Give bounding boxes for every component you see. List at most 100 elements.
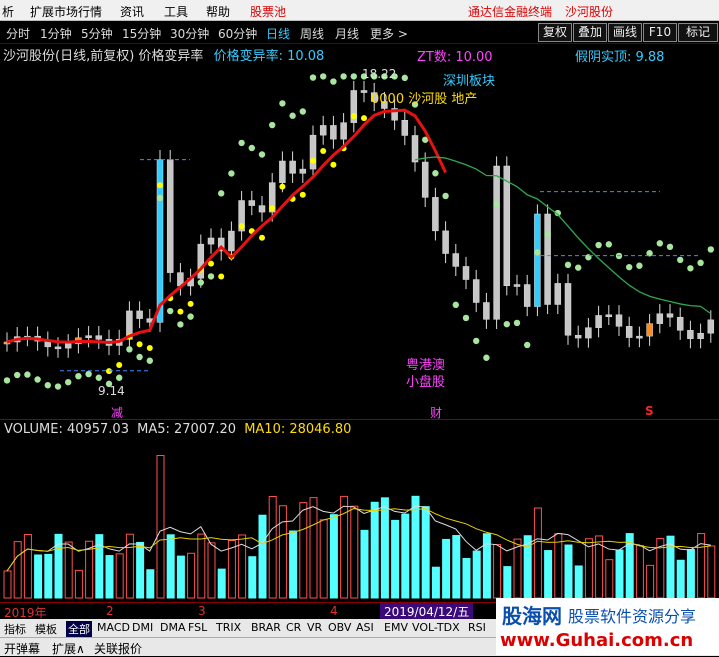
tab-dmi[interactable]: DMI xyxy=(132,621,153,634)
sar-dot xyxy=(340,73,347,80)
candlestick-chart[interactable] xyxy=(0,60,719,420)
signal-dot xyxy=(177,308,184,315)
watermark-url: www.Guhai.com.cn xyxy=(500,630,694,651)
menu-ext-market[interactable]: 扩展市场行情 xyxy=(30,3,102,20)
candle-body xyxy=(483,302,490,320)
candle-body xyxy=(401,119,409,136)
tab-全部[interactable]: 全部 xyxy=(66,621,92,637)
menu-analysis[interactable]: 析 xyxy=(2,3,14,20)
volume-bar xyxy=(686,549,695,599)
volume-bar xyxy=(299,502,308,599)
volume-bar xyxy=(105,555,114,599)
candle-body xyxy=(166,159,174,273)
tab-asi[interactable]: ASI xyxy=(356,621,374,634)
danmaku-button[interactable]: 开弹幕 xyxy=(4,640,40,657)
volume-bar xyxy=(329,514,338,599)
period-more[interactable]: 更多 > xyxy=(370,25,408,42)
tab-vol-tdx[interactable]: VOL-TDX xyxy=(412,621,460,634)
sar-dot xyxy=(666,243,674,251)
volume-bar xyxy=(472,550,481,599)
marker-s: S xyxy=(645,404,654,418)
sar-dot xyxy=(187,313,194,320)
link-tdx-terminal[interactable]: 通达信金融终端 xyxy=(468,3,552,20)
candle-body xyxy=(360,90,368,93)
tab-trix[interactable]: TRIX xyxy=(216,621,241,634)
sar-dot xyxy=(269,121,276,129)
volume-bar xyxy=(544,550,553,599)
sar-dot xyxy=(248,144,255,152)
date-label-feb: 2 xyxy=(106,604,114,618)
menu-info[interactable]: 资讯 xyxy=(120,3,144,20)
tab-vr[interactable]: VR xyxy=(307,621,322,634)
sar-dot xyxy=(65,378,72,386)
volume-bar xyxy=(615,549,624,599)
sar-dot xyxy=(524,341,531,349)
candle-body xyxy=(299,168,307,174)
f10-button[interactable]: F10 xyxy=(643,23,677,42)
period-15min[interactable]: 15分钟 xyxy=(122,25,161,42)
period-timeshare[interactable]: 分时 xyxy=(6,25,30,42)
tab-dma[interactable]: DMA xyxy=(160,621,186,634)
period-toolbar: 分时 1分钟 5分钟 15分钟 30分钟 60分钟 日线 周线 月线 更多 > … xyxy=(0,21,719,44)
zone-label-gba: 粤港澳 小盘股 xyxy=(406,358,446,390)
menu-tools[interactable]: 工具 xyxy=(164,3,188,20)
signal-dot xyxy=(310,157,316,164)
signal-dot xyxy=(238,223,245,230)
candle-body xyxy=(554,283,562,305)
sar-dot xyxy=(146,357,153,364)
tab-emv[interactable]: EMV xyxy=(384,621,408,634)
candle-body xyxy=(64,343,72,349)
tab-指标[interactable]: 指标 xyxy=(4,621,26,637)
tab-macd[interactable]: MACD xyxy=(97,621,130,634)
volume-bar xyxy=(493,544,502,599)
sar-dot xyxy=(279,100,286,107)
sar-dot xyxy=(595,241,602,249)
expand-button[interactable]: 扩展∧ xyxy=(52,640,85,657)
tab-fsl[interactable]: FSL xyxy=(188,621,207,634)
draw-line-button[interactable]: 画线 xyxy=(608,23,642,42)
period-60min[interactable]: 60分钟 xyxy=(218,25,257,42)
restore-rights-button[interactable]: 复权 xyxy=(538,23,572,42)
tab-brar[interactable]: BRAR xyxy=(251,621,281,634)
period-weekly[interactable]: 周线 xyxy=(300,25,324,42)
menu-help[interactable]: 帮助 xyxy=(206,3,230,20)
tab-cr[interactable]: CR xyxy=(286,621,301,634)
volume-bar xyxy=(13,541,22,599)
menu-bar: 析 扩展市场行情 资讯 工具 帮助 股票池 通达信金融终端 沙河股份 xyxy=(0,0,719,21)
signal-dot xyxy=(116,361,123,368)
volume-bar xyxy=(176,555,185,599)
volume-bar xyxy=(564,544,573,599)
sar-dot xyxy=(534,249,541,256)
tab-rsi[interactable]: RSI xyxy=(468,621,486,634)
signal-dot xyxy=(279,183,286,190)
candle-body xyxy=(319,125,327,136)
sar-dot xyxy=(493,201,500,208)
candle-body xyxy=(197,243,205,279)
volume-bar xyxy=(584,538,593,599)
related-quotes-button[interactable]: 关联报价 xyxy=(94,640,142,657)
period-monthly[interactable]: 月线 xyxy=(335,25,359,42)
mark-button[interactable]: 标记 xyxy=(678,23,718,42)
signal-dot xyxy=(218,273,225,280)
period-daily[interactable]: 日线 xyxy=(266,25,290,42)
volume-bar xyxy=(391,519,400,599)
candle-body xyxy=(289,160,296,174)
candle-body xyxy=(228,230,235,252)
sar-dot xyxy=(258,151,266,158)
tab-obv[interactable]: OBV xyxy=(328,621,351,634)
overlay-button[interactable]: 叠加 xyxy=(573,23,607,42)
menu-stock-pool[interactable]: 股票池 xyxy=(250,3,286,20)
period-1min[interactable]: 1分钟 xyxy=(40,25,72,42)
volume-bar xyxy=(707,545,716,599)
sar-dot xyxy=(218,190,225,197)
period-30min[interactable]: 30分钟 xyxy=(170,25,209,42)
volume-bar xyxy=(268,495,277,599)
period-5min[interactable]: 5分钟 xyxy=(81,25,113,42)
sar-dot xyxy=(677,256,684,264)
link-stock-name[interactable]: 沙河股份 xyxy=(565,3,613,20)
high-price-label: 18.22 xyxy=(362,67,397,81)
candle-body xyxy=(472,279,480,303)
volume-chart[interactable] xyxy=(0,420,719,602)
tab-模板[interactable]: 模板 xyxy=(35,621,57,637)
sector-label-realestate: 0000 沙河股 地产 xyxy=(371,92,478,107)
